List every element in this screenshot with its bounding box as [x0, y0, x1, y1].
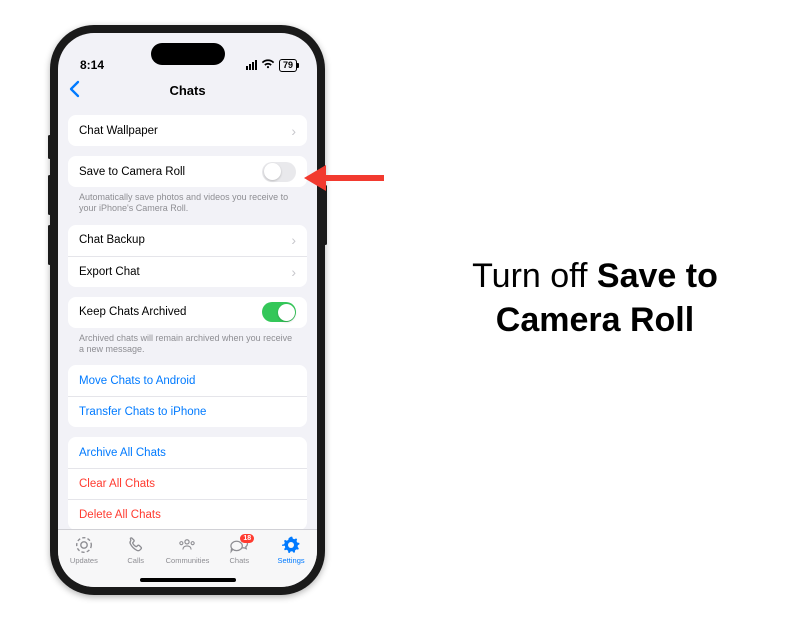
group-bulk-actions: Archive All Chats Clear All Chats Delete…	[68, 437, 307, 529]
instruction-text: Turn off Save to Camera Roll	[420, 255, 770, 342]
row-export-chat[interactable]: Export Chat ›	[68, 256, 307, 287]
tab-updates[interactable]: Updates	[58, 535, 110, 587]
annotation-arrow	[304, 162, 384, 192]
phone-icon	[126, 535, 146, 555]
row-delete-all[interactable]: Delete All Chats	[68, 499, 307, 529]
group-transfer: Move Chats to Android Transfer Chats to …	[68, 365, 307, 427]
row-chat-backup[interactable]: Chat Backup ›	[68, 225, 307, 256]
save-camera-roll-toggle[interactable]	[262, 162, 296, 182]
wifi-icon	[261, 58, 275, 72]
page-title: Chats	[169, 83, 205, 98]
cellular-signal-icon	[246, 60, 257, 70]
toggle-knob	[278, 304, 295, 321]
footer-keep-archived: Archived chats will remain archived when…	[68, 328, 307, 356]
battery-indicator: 79	[279, 59, 297, 72]
tab-label: Calls	[127, 556, 144, 565]
group-wallpaper: Chat Wallpaper ›	[68, 115, 307, 146]
instruction-prefix: Turn off	[472, 257, 597, 295]
row-label: Keep Chats Archived	[79, 306, 186, 318]
row-label: Archive All Chats	[79, 447, 166, 459]
settings-content: Chat Wallpaper › Save to Camera Roll Aut…	[58, 105, 317, 529]
row-save-camera-roll[interactable]: Save to Camera Roll	[68, 156, 307, 187]
tab-label: Settings	[278, 556, 305, 565]
row-archive-all[interactable]: Archive All Chats	[68, 437, 307, 468]
row-label: Delete All Chats	[79, 509, 161, 521]
row-label: Chat Wallpaper	[79, 125, 158, 137]
back-button[interactable]	[68, 80, 80, 103]
chevron-right-icon: ›	[291, 123, 296, 139]
communities-icon	[177, 535, 197, 555]
row-label: Clear All Chats	[79, 478, 155, 490]
row-clear-all[interactable]: Clear All Chats	[68, 468, 307, 499]
footer-save-camera-roll: Automatically save photos and videos you…	[68, 187, 307, 215]
power-button	[324, 185, 327, 245]
row-label: Save to Camera Roll	[79, 166, 185, 178]
toggle-knob	[264, 163, 281, 180]
chats-badge: 18	[240, 534, 254, 543]
tab-label: Chats	[229, 556, 249, 565]
group-save-camera-roll: Save to Camera Roll	[68, 156, 307, 187]
row-label: Transfer Chats to iPhone	[79, 406, 206, 418]
status-time: 8:14	[80, 58, 104, 72]
phone-frame: 8:14 79 Chats	[50, 25, 325, 595]
chevron-right-icon: ›	[291, 264, 296, 280]
volume-up-button	[48, 175, 51, 215]
group-backup-export: Chat Backup › Export Chat ›	[68, 225, 307, 287]
row-chat-wallpaper[interactable]: Chat Wallpaper ›	[68, 115, 307, 146]
row-label: Export Chat	[79, 266, 140, 278]
keep-archived-toggle[interactable]	[262, 302, 296, 322]
row-move-android[interactable]: Move Chats to Android	[68, 365, 307, 396]
row-label: Chat Backup	[79, 234, 145, 246]
row-keep-archived[interactable]: Keep Chats Archived	[68, 297, 307, 328]
dynamic-island	[151, 43, 225, 65]
tab-label: Updates	[70, 556, 98, 565]
group-keep-archived: Keep Chats Archived	[68, 297, 307, 328]
tab-label: Communities	[166, 556, 210, 565]
chevron-right-icon: ›	[291, 232, 296, 248]
gear-icon	[281, 535, 301, 555]
row-label: Move Chats to Android	[79, 375, 195, 387]
updates-icon	[74, 535, 94, 555]
tab-settings[interactable]: Settings	[265, 535, 317, 587]
phone-screen: 8:14 79 Chats	[58, 33, 317, 587]
volume-down-button	[48, 225, 51, 265]
row-transfer-iphone[interactable]: Transfer Chats to iPhone	[68, 396, 307, 427]
nav-header: Chats	[58, 75, 317, 105]
home-indicator	[140, 578, 236, 582]
side-button	[48, 135, 51, 159]
